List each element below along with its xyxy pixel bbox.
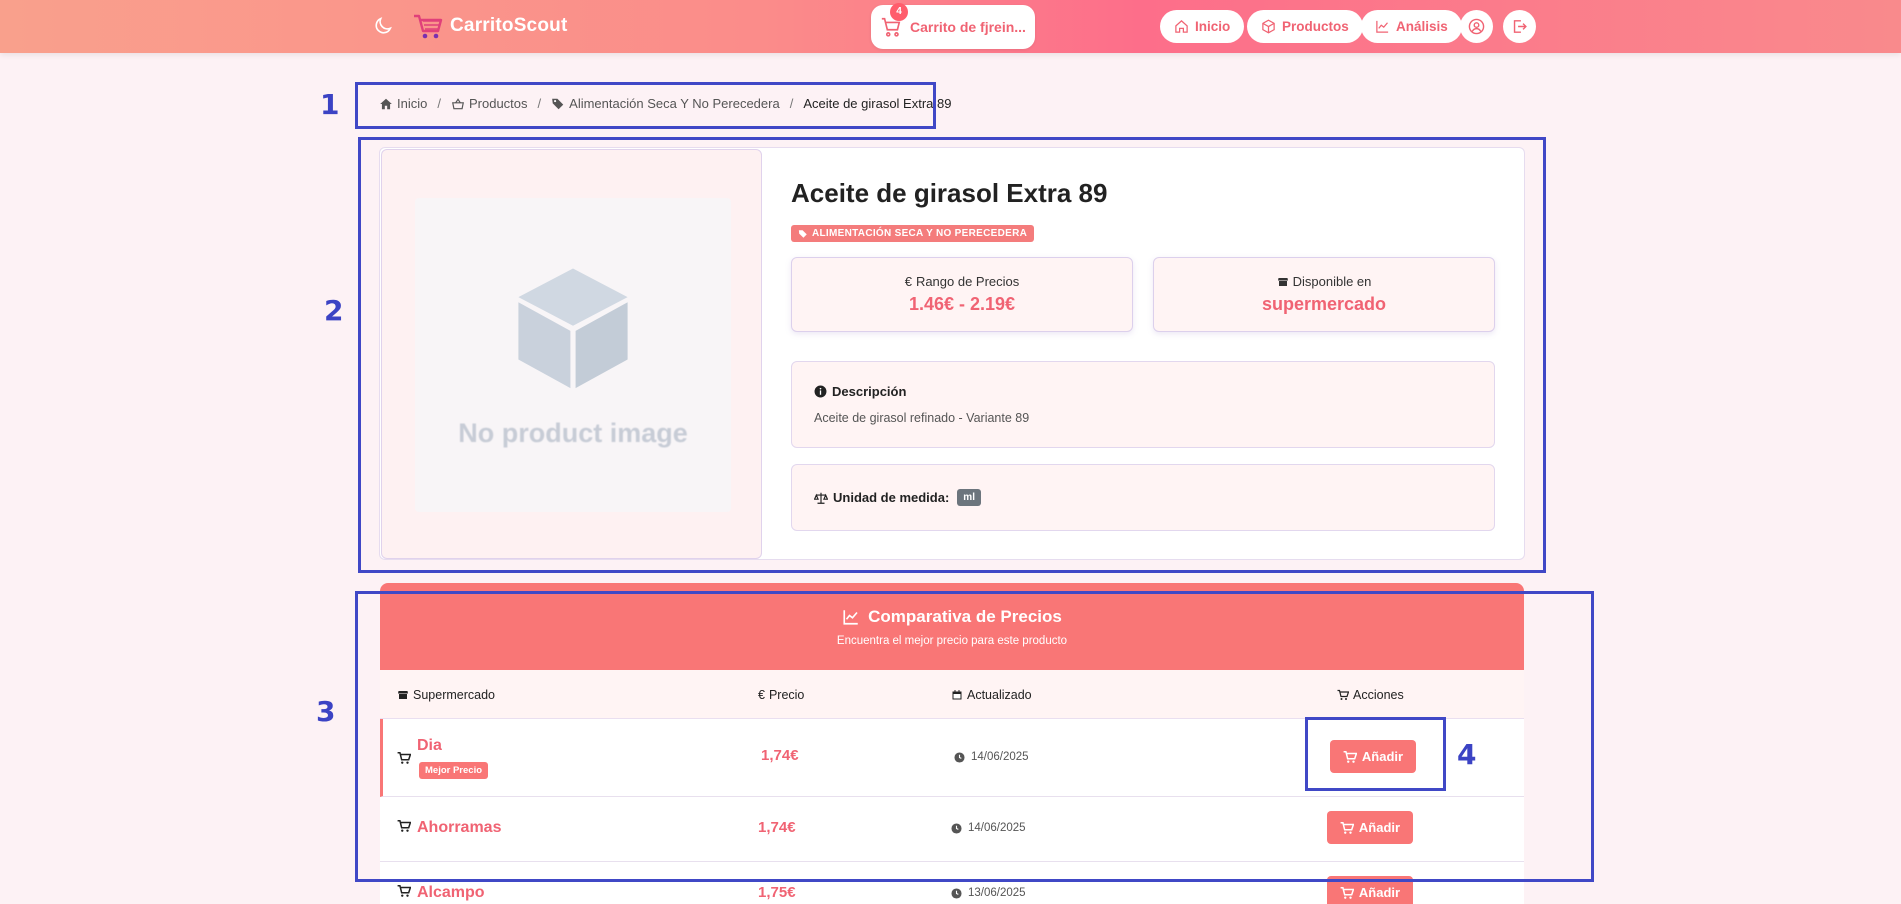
top-navbar: CarritoScout Carrito de fjrein... 4 Inic… (0, 0, 1901, 53)
clock-icon (951, 887, 962, 899)
store-name-cell: Alcampo (417, 884, 485, 902)
store-name: Alcampo (417, 884, 485, 901)
annotation-box-4 (1305, 717, 1446, 791)
cart-label: Carrito de fjrein... (910, 19, 1026, 35)
logout-icon (1513, 20, 1527, 33)
cart-count-badge: 4 (890, 3, 908, 21)
shopping-cart-logo-icon (414, 14, 443, 39)
user-circle-icon (1468, 18, 1485, 35)
brand-name: CarritoScout (450, 15, 568, 36)
date-cell: 13/06/2025 (951, 887, 1026, 899)
annotation-number-3: 3 (316, 695, 336, 728)
nav-products-button[interactable]: Productos (1247, 10, 1363, 43)
nav-products-label: Productos (1282, 19, 1349, 34)
price-cell: 1,75€ (758, 884, 796, 901)
annotation-box-1 (355, 82, 936, 129)
add-button-label: Añadir (1358, 885, 1401, 900)
nav-home-label: Inicio (1195, 19, 1231, 34)
nav-analysis-button[interactable]: Análisis (1361, 10, 1462, 43)
row-price: 1,75€ (758, 884, 796, 901)
moon-icon (375, 17, 392, 34)
chart-line-icon (1376, 20, 1389, 33)
annotation-number-2: 2 (324, 294, 344, 327)
row-cart-icon-wrap (397, 884, 411, 898)
annotation-number-1: 1 (320, 88, 340, 121)
dark-mode-toggle[interactable] (372, 15, 394, 37)
profile-button[interactable] (1460, 10, 1493, 43)
logout-button[interactable] (1503, 10, 1536, 43)
home-icon (1175, 20, 1188, 33)
nav-home-button[interactable]: Inicio (1160, 10, 1245, 43)
cart-icon (397, 884, 411, 897)
cart-plus-icon (1340, 886, 1354, 899)
row-date: 13/06/2025 (968, 887, 1026, 899)
brand-link[interactable]: CarritoScout (412, 10, 567, 42)
annotation-box-2 (358, 137, 1546, 573)
annotation-number-4: 4 (1457, 738, 1477, 771)
box-icon (1262, 19, 1275, 34)
nav-analysis-label: Análisis (1396, 19, 1448, 34)
